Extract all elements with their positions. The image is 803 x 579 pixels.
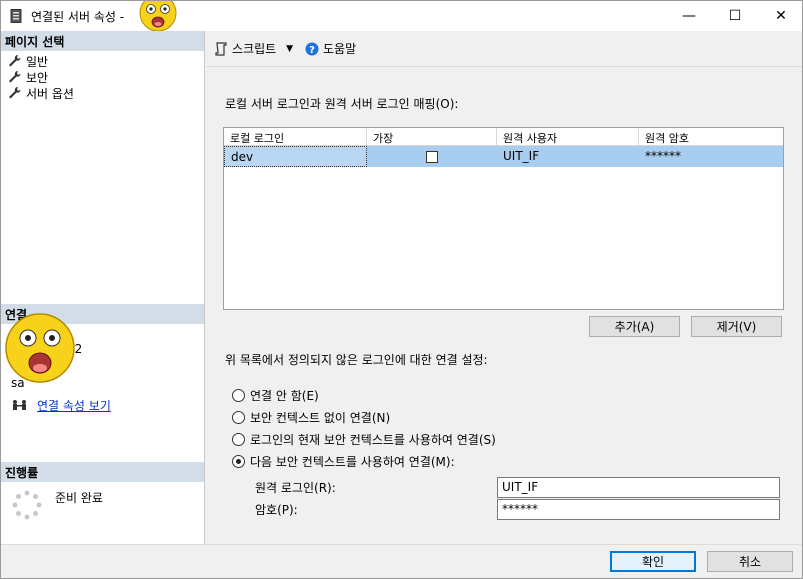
login-mapping-grid[interactable]: 로컬 로그인 가장 원격 사용자 원격 암호 dev UIT_IF ****** — [223, 127, 784, 310]
local-login-cell[interactable]: dev — [224, 146, 367, 167]
script-label: 스크립트 — [232, 42, 277, 56]
left-pane: 페이지 선택 일반 보안 서버 옵션 연결 52 sa — [1, 31, 205, 544]
shocked-face-icon — [139, 1, 177, 31]
password-label: 암호(P): — [255, 503, 298, 517]
grid-header: 로컬 로그인 가장 원격 사용자 원격 암호 — [224, 128, 783, 146]
page-select-header: 페이지 선택 — [1, 31, 204, 51]
close-button[interactable]: ✕ — [758, 1, 803, 31]
wrench-icon — [9, 70, 21, 83]
page-item-label: 보안 — [26, 70, 49, 85]
help-label: 도움말 — [323, 42, 357, 56]
page-item-label: 일반 — [26, 54, 49, 69]
column-header: 로컬 로그인 — [224, 128, 367, 146]
progress-spinner-icon — [12, 490, 42, 520]
help-icon: ? — [305, 42, 319, 56]
page-item-security[interactable]: 보안 — [7, 69, 48, 85]
server-icon — [10, 9, 22, 23]
window-title: 연결된 서버 속성 - — [31, 10, 125, 24]
page-item-label: 서버 옵션 — [26, 86, 74, 101]
radio-button[interactable] — [232, 389, 245, 402]
script-button[interactable]: 스크립트 ▼ — [214, 40, 293, 57]
connection-properties-icon — [13, 400, 26, 410]
wrench-icon — [9, 86, 21, 99]
svg-text:?: ? — [309, 45, 315, 56]
add-button[interactable]: 추가(A) — [589, 316, 680, 337]
column-header: 원격 암호 — [645, 132, 689, 145]
remote-password-cell[interactable]: ****** — [639, 146, 783, 167]
radio-button[interactable] — [232, 433, 245, 446]
wrench-icon — [9, 54, 21, 67]
undefined-logins-label: 위 목록에서 정의되지 않은 로그인에 대한 연결 설정: — [225, 353, 488, 367]
impersonate-checkbox[interactable] — [426, 151, 438, 163]
chevron-down-icon: ▼ — [286, 43, 294, 54]
remote-login-input[interactable]: UIT_IF — [497, 477, 780, 498]
view-connection-properties-link[interactable]: 연결 속성 보기 — [37, 397, 111, 414]
script-icon — [215, 41, 227, 56]
option-current-security-context[interactable]: 로그인의 현재 보안 컨텍스트를 사용하여 연결(S) — [232, 431, 496, 448]
title-bar: 연결된 서버 속성 - — ☐ ✕ — [1, 1, 802, 31]
progress-status: 준비 완료 — [55, 491, 103, 505]
shocked-face-icon — [5, 313, 75, 383]
option-label: 연결 안 함(E) — [250, 389, 319, 403]
password-input[interactable]: ****** — [497, 499, 780, 520]
option-label: 보안 컨텍스트 없이 연결(N) — [250, 411, 391, 425]
option-label: 다음 보안 컨텍스트를 사용하여 연결(M): — [250, 455, 455, 469]
option-no-security-context[interactable]: 보안 컨텍스트 없이 연결(N) — [232, 409, 390, 426]
main-content: 로컬 서버 로그인과 원격 서버 로그인 매핑(O): 로컬 로그인 가장 원격… — [206, 68, 802, 544]
maximize-icon: ☐ — [728, 8, 742, 24]
column-header: 가장 — [367, 128, 497, 146]
option-no-connect[interactable]: 연결 안 함(E) — [232, 387, 319, 404]
minimize-button[interactable]: — — [666, 1, 712, 31]
remote-user-cell[interactable]: UIT_IF — [497, 146, 639, 167]
footer-bar: 확인 취소 — [1, 544, 802, 578]
radio-button-selected[interactable] — [232, 455, 245, 468]
progress-header: 진행률 — [1, 462, 204, 482]
radio-button[interactable] — [232, 411, 245, 424]
remote-login-label: 원격 로그인(R): — [255, 481, 336, 495]
toolbar: 스크립트 ▼ ? 도움말 — [206, 31, 802, 67]
option-specified-security-context[interactable]: 다음 보안 컨텍스트를 사용하여 연결(M): — [232, 453, 455, 470]
linked-server-properties-window: 연결된 서버 속성 - — ☐ ✕ 페이지 선택 일반 보안 서버 옵션 연결 — [0, 0, 803, 579]
help-button[interactable]: ? 도움말 — [305, 40, 356, 57]
ok-button[interactable]: 확인 — [610, 551, 696, 572]
page-item-server-options[interactable]: 서버 옵션 — [7, 85, 74, 101]
column-header: 원격 사용자 — [497, 128, 639, 146]
maximize-button[interactable]: ☐ — [712, 1, 758, 31]
page-item-general[interactable]: 일반 — [7, 53, 48, 69]
mapping-label: 로컬 서버 로그인과 원격 서버 로그인 매핑(O): — [225, 97, 459, 111]
cancel-button[interactable]: 취소 — [707, 551, 793, 572]
remove-button[interactable]: 제거(V) — [691, 316, 782, 337]
table-row[interactable]: dev UIT_IF ****** — [224, 146, 783, 167]
option-label: 로그인의 현재 보안 컨텍스트를 사용하여 연결(S) — [250, 433, 496, 447]
minimize-icon: — — [682, 8, 696, 24]
close-icon: ✕ — [775, 8, 787, 24]
